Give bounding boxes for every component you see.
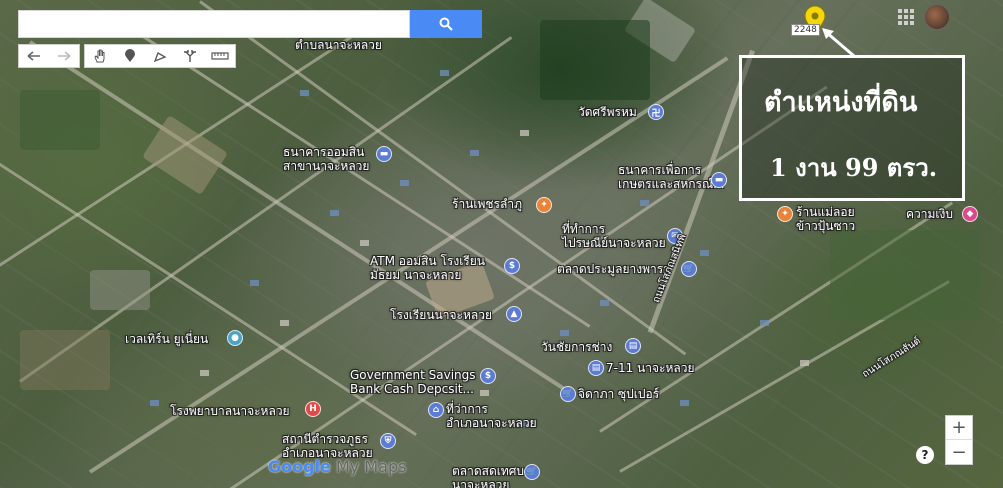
field: [20, 90, 100, 150]
search-button[interactable]: [410, 10, 482, 38]
label-hospital[interactable]: โรงพยาบาลนาจะหลวย: [170, 404, 290, 418]
map-toolbar: [18, 44, 236, 68]
shopping-bag-icon[interactable]: ◆: [962, 206, 978, 222]
label-police[interactable]: สถานีตำรวจภูธร อำเภอนาจะหลวย: [282, 432, 373, 460]
bank-icon[interactable]: ▬: [711, 172, 727, 188]
search-input[interactable]: [18, 10, 410, 38]
hospital-icon[interactable]: H: [305, 401, 321, 417]
label-mae-loy[interactable]: ร้านแม่ลอย ข้าวปุ้นซาว: [796, 205, 855, 233]
building: [200, 370, 209, 376]
label-clinic[interactable]: เวลเทิร์น ยูเนี่ยน: [125, 332, 208, 346]
pointer-arrow: [822, 28, 855, 58]
label-bank-gsb[interactable]: ธนาคารออมสิน สาขานาจะหลวย: [283, 145, 369, 173]
building: [600, 300, 609, 306]
avatar[interactable]: [924, 4, 950, 30]
building: [700, 250, 709, 256]
label-market[interactable]: ตลาดประมูลยางพารา: [557, 262, 670, 276]
label-post-office[interactable]: ที่ทำการ ไปรษณีย์นาจะหลวย: [562, 222, 666, 250]
zoom-control: + −: [945, 415, 973, 465]
label-jidapa[interactable]: จิดาภา ซุปเปอร์: [578, 387, 659, 401]
label-bank-baac[interactable]: ธนาคารเพื่อการ เกษตรและสหกรณ์...: [618, 163, 725, 191]
apps-grid-icon[interactable]: [898, 9, 914, 25]
bank-icon[interactable]: ▬: [376, 146, 392, 162]
land-annotation-box: ตำแหน่งที่ดิน 1 งาน 99 ตรว.: [739, 55, 965, 201]
label-kwam-ngam[interactable]: ความเงิบ: [906, 207, 953, 221]
label-district-office[interactable]: ที่ว่าการ อำเภอนาจะหลวย: [446, 402, 537, 430]
account-area: [898, 4, 950, 30]
building: [760, 320, 769, 326]
label-atm-school[interactable]: ATM ออมสิน โรงเรียน มัธยม นาจะหลวย: [370, 254, 485, 282]
logo-mymaps: My Maps: [330, 457, 407, 476]
undo-redo-group: [18, 44, 80, 68]
pan-button[interactable]: [85, 45, 115, 67]
building: [150, 400, 159, 406]
directions-button[interactable]: [175, 45, 205, 67]
building: [360, 240, 369, 246]
zoom-out-button[interactable]: −: [946, 440, 972, 464]
undo-button[interactable]: [19, 45, 49, 67]
draw-tools-group: [84, 44, 236, 68]
help-button[interactable]: ?: [916, 446, 934, 464]
field: [830, 230, 980, 320]
shop-icon[interactable]: ✦: [536, 197, 552, 213]
label-gsb-atm[interactable]: Government Savings Bank Cash Depcsit...: [350, 368, 476, 396]
annotation-area: 1 งาน 99 ตรว.: [770, 153, 938, 182]
logo-google: Google: [268, 457, 331, 476]
building: [520, 130, 529, 136]
zoom-in-button[interactable]: +: [946, 416, 972, 440]
label-seven[interactable]: 7-11 นาจะหลวย: [606, 361, 695, 375]
search-icon: [439, 17, 453, 31]
directions-icon: [184, 50, 196, 62]
market-cart-icon[interactable]: 🛒: [681, 261, 697, 277]
school-icon[interactable]: ▲: [506, 306, 522, 322]
building: [480, 390, 489, 396]
field: [540, 20, 650, 100]
store-icon[interactable]: ▤: [625, 338, 641, 354]
measure-button[interactable]: [205, 45, 235, 67]
draw-line-button[interactable]: [145, 45, 175, 67]
hand-pan-icon: [94, 49, 105, 63]
building: [800, 360, 809, 366]
building: [250, 280, 259, 286]
police-shield-icon[interactable]: ⛨: [380, 433, 396, 449]
shopping-cart-icon[interactable]: 🛒: [560, 386, 576, 402]
label-top-partial[interactable]: ตำบลนาจะหลวย: [295, 38, 382, 52]
building: [470, 150, 479, 156]
building: [330, 210, 339, 216]
service-icon[interactable]: ●: [227, 330, 243, 346]
road-number-badge: 2248: [791, 24, 820, 36]
building: [640, 200, 649, 206]
undo-arrow-icon: [27, 51, 40, 61]
label-temple[interactable]: วัดศรีพรหม: [578, 105, 637, 119]
google-my-maps-logo[interactable]: Google My Maps: [268, 457, 406, 476]
building: [440, 70, 449, 76]
label-jewelry[interactable]: ร้านเพชรลำภู: [452, 197, 522, 211]
label-school[interactable]: โรงเรียนนาจะหลวย: [390, 308, 492, 322]
ruler-icon: [211, 52, 229, 60]
building: [400, 180, 409, 186]
market-cart-icon[interactable]: 🛒: [524, 464, 540, 480]
draw-line-icon: [153, 52, 167, 63]
label-wunchai[interactable]: วันชัยการช่าง: [541, 340, 612, 354]
redo-button[interactable]: [49, 45, 79, 67]
building: [680, 400, 689, 406]
building: [300, 90, 309, 96]
temple-icon[interactable]: 卍: [648, 104, 664, 120]
building: [280, 320, 289, 326]
atm-icon[interactable]: $: [504, 258, 520, 274]
store-icon[interactable]: ▤: [588, 360, 604, 376]
field: [90, 270, 150, 310]
building: [560, 330, 569, 336]
add-marker-button[interactable]: [115, 45, 145, 67]
restaurant-icon[interactable]: ✦: [777, 206, 793, 222]
atm-icon[interactable]: $: [480, 368, 496, 384]
annotation-title: ตำแหน่งที่ดิน: [764, 87, 918, 118]
redo-arrow-icon: [58, 51, 71, 61]
government-building-icon[interactable]: ⌂: [428, 402, 444, 418]
add-marker-icon: [125, 49, 135, 62]
field: [20, 330, 110, 390]
